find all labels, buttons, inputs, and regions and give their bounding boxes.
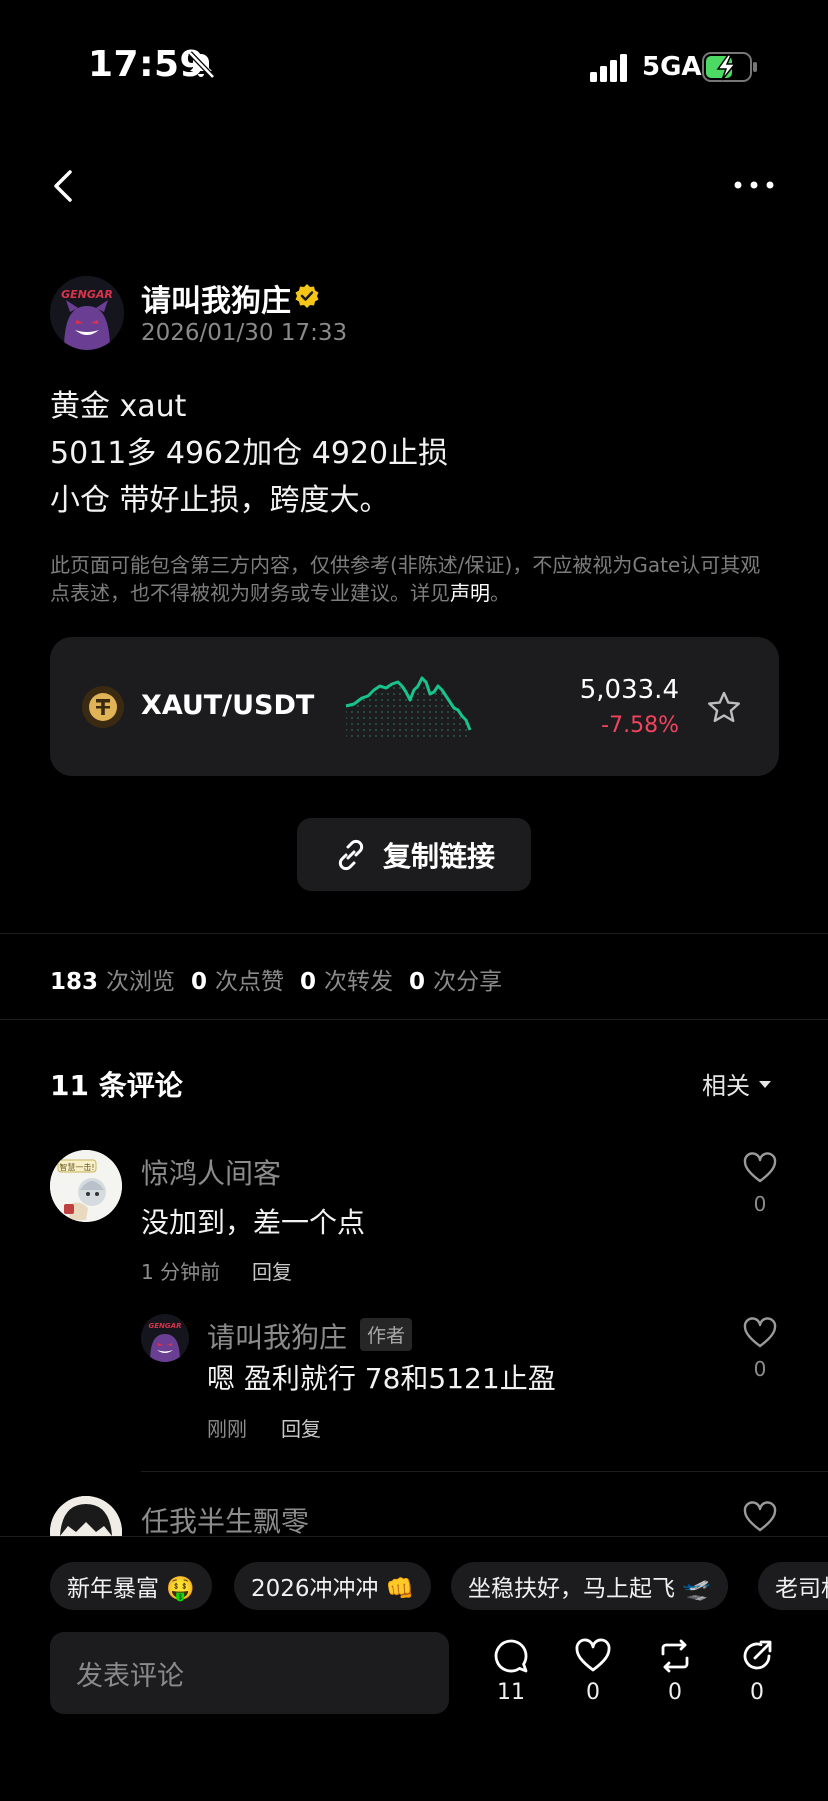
author-name[interactable]: 请叫我狗庄: [141, 276, 291, 320]
disclaimer-link[interactable]: 声明: [450, 581, 490, 605]
stat-shares: 0 次分享: [409, 969, 503, 995]
quick-reply-chip[interactable]: 坐稳扶好，马上起飞 🛫: [451, 1562, 728, 1610]
repost-icon: [661, 1639, 689, 1673]
sort-label: 相关: [702, 1072, 750, 1100]
post-text-line: 5011多 4962加仓 4920止损: [50, 436, 449, 471]
divider: [141, 1471, 828, 1472]
post-text-line: 黄金 xaut: [50, 389, 187, 424]
reply-button[interactable]: 回复: [252, 1256, 292, 1285]
stat-reposts: 0 次转发: [300, 969, 394, 995]
more-icon[interactable]: [733, 180, 775, 190]
comments-count-title: 11 条评论: [50, 1069, 183, 1102]
stat-views: 183 次浏览: [50, 969, 176, 995]
comment-count: 11: [497, 1680, 525, 1705]
tether-gold-coin-icon: [82, 686, 124, 728]
author-avatar[interactable]: GENGAR: [50, 276, 124, 350]
network-label: 5GA: [642, 52, 702, 82]
copy-link-label: 复制链接: [382, 839, 495, 873]
share-icon: [743, 1640, 772, 1670]
svg-text:GENGAR: GENGAR: [149, 1322, 182, 1330]
comment-time: 1 分钟前: [141, 1260, 221, 1284]
favorite-star-icon[interactable]: [706, 690, 742, 726]
signal-icon: [590, 54, 627, 82]
share-action[interactable]: 0: [732, 1638, 782, 1705]
price-sparkline: [345, 676, 472, 738]
commenter-avatar[interactable]: GENGAR: [141, 1314, 189, 1362]
reply-button[interactable]: 回复: [281, 1413, 321, 1442]
comment-text: 没加到，差一个点: [141, 1206, 366, 1239]
heart-icon: [575, 1638, 611, 1672]
copy-link-button[interactable]: 复制链接: [297, 818, 531, 891]
share-count: 0: [750, 1680, 764, 1705]
svg-text:GENGAR: GENGAR: [61, 288, 113, 301]
comment-input[interactable]: 发表评论: [50, 1632, 449, 1714]
heart-icon[interactable]: [743, 1317, 777, 1349]
back-icon[interactable]: [50, 166, 80, 206]
comment-text: 嗯 盈利就行 78和5121止盈: [207, 1362, 556, 1395]
comment-icon: [494, 1639, 528, 1673]
stat-likes: 0 次点赞: [191, 969, 285, 995]
commenter-name[interactable]: 任我半生飘零: [141, 1500, 309, 1540]
divider: [0, 1019, 828, 1020]
quick-reply-chip[interactable]: 老司机: [758, 1562, 828, 1610]
like-action[interactable]: 0: [568, 1638, 618, 1705]
like-count: 0: [586, 1680, 600, 1705]
svg-text:智慧一击!: 智慧一击!: [59, 1162, 94, 1172]
ticker-price: 5,033.4: [579, 675, 679, 705]
like-count: 0: [753, 1192, 767, 1216]
quick-reply-chip[interactable]: 新年暴富 🤑: [50, 1562, 212, 1610]
repost-action[interactable]: 0: [650, 1638, 700, 1705]
comment-time: 刚刚: [207, 1417, 247, 1441]
sort-dropdown[interactable]: 相关: [702, 1066, 772, 1101]
repost-count: 0: [668, 1680, 682, 1705]
author-tag: 作者: [360, 1318, 413, 1351]
divider: [0, 933, 828, 934]
disclaimer-body: 此页面可能包含第三方内容，仅供参考(非陈述/保证)，不应被视为Gate认可其观点…: [50, 553, 761, 605]
caret-down-icon: [759, 1080, 771, 1088]
ticker-pair: XAUT/USDT: [141, 690, 315, 721]
post-timestamp: 2026/01/30 17:33: [141, 320, 348, 346]
disclaimer-end: 。: [490, 581, 510, 605]
verified-badge-icon: [295, 284, 319, 308]
commenter-name[interactable]: 惊鸿人间客: [141, 1152, 281, 1192]
bell-muted-icon: [188, 51, 215, 79]
comment-action[interactable]: 11: [486, 1638, 536, 1705]
quick-reply-chip[interactable]: 2026冲冲冲 👊: [234, 1562, 432, 1610]
disclaimer-text: 此页面可能包含第三方内容，仅供参考(非陈述/保证)，不应被视为Gate认可其观点…: [50, 551, 780, 607]
link-icon: [338, 839, 364, 870]
heart-icon[interactable]: [743, 1152, 777, 1184]
battery-charging-icon: [702, 52, 757, 82]
like-count: 0: [753, 1357, 767, 1381]
commenter-name[interactable]: 请叫我狗庄: [207, 1316, 347, 1356]
ticker-change: -7.58%: [601, 713, 679, 738]
heart-icon[interactable]: [743, 1501, 777, 1533]
commenter-avatar[interactable]: 智慧一击!: [50, 1150, 122, 1222]
post-text-line: 小仓 带好止损，跨度大。: [50, 483, 390, 518]
post-stats: 183 次浏览 0 次点赞 0 次转发 0 次分享: [50, 962, 502, 996]
